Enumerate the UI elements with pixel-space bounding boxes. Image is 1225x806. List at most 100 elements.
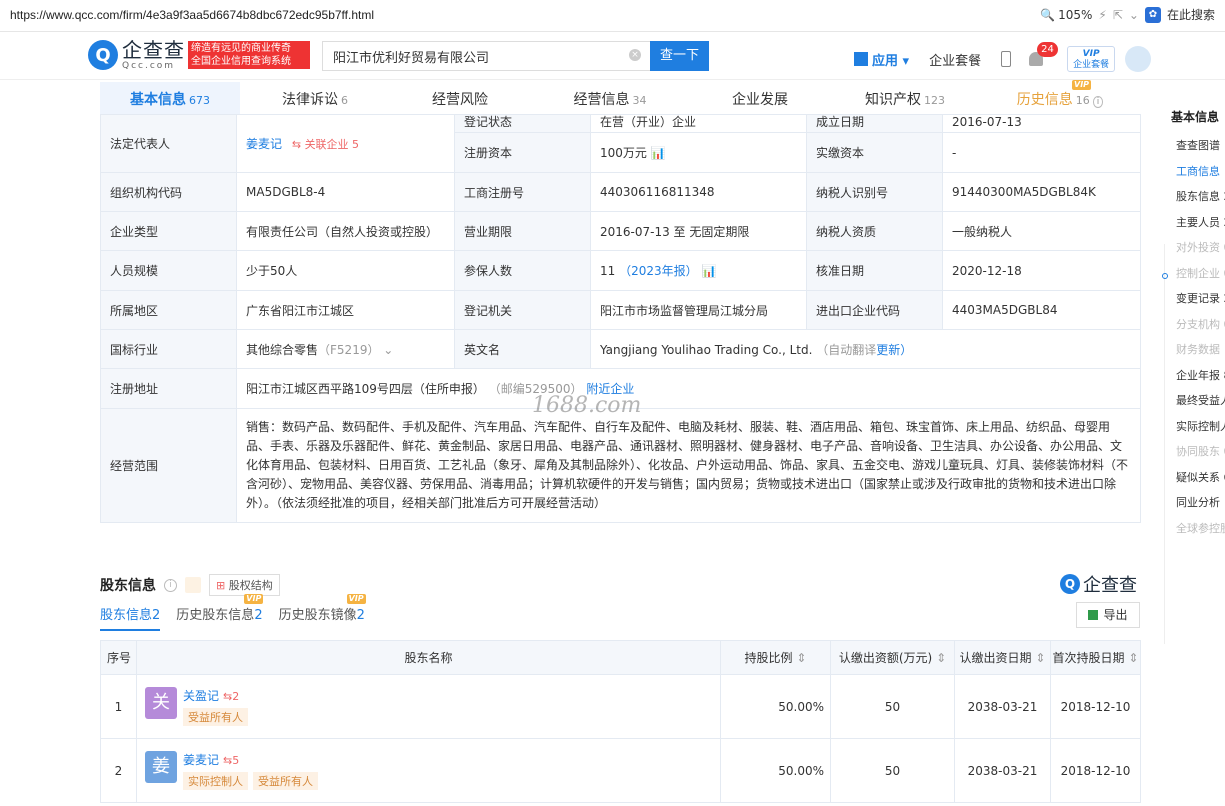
apps-menu[interactable]: 应用 ▾ (872, 50, 909, 69)
address-cell: 阳江市江城区西平路109号四层（住所申报） （邮编529500） 附近企业 (236, 368, 1141, 409)
search-button[interactable]: 查一下 (650, 41, 709, 71)
avatar[interactable]: 关 (145, 687, 177, 719)
nav-item[interactable]: 全球参控股 (1176, 516, 1225, 542)
reg-status: 在营（开业）企业 (590, 114, 807, 133)
info-icon: i (1092, 96, 1104, 108)
info-icon[interactable]: i (164, 578, 177, 592)
site-logo[interactable]: Q 企查查 Qcc.com (88, 39, 185, 71)
lightning-icon[interactable]: ⚡ (1098, 8, 1106, 22)
region: 广东省阳江市江城区 (236, 290, 455, 330)
bell-icon[interactable] (185, 577, 201, 593)
reg-no-label: 工商注册号 (454, 172, 591, 212)
nav-item[interactable]: 对外投资 0 (1176, 235, 1225, 261)
related-link[interactable]: ⇆2 (223, 690, 239, 703)
company-search-input[interactable] (322, 41, 650, 71)
nav-item[interactable]: 股东信息 2 (1176, 184, 1225, 210)
nav-item[interactable]: 查查图谱 (1176, 133, 1225, 159)
taxpayer-label: 纳税人资质 (806, 211, 943, 251)
en-name-cell: Yangjiang Youlihao Trading Co., Ltd. （自动… (590, 329, 1141, 369)
tab-development[interactable]: 企业发展 (690, 82, 830, 118)
nav-item[interactable]: 财务数据 (1176, 337, 1225, 363)
sort-icon: ⇕ (1128, 651, 1139, 665)
paid-capital: - (942, 132, 1141, 173)
suite-link[interactable]: 企业套餐 (929, 50, 981, 69)
col-pay-date[interactable]: 认缴出资日期 ⇕ (954, 640, 1051, 675)
insured-cell: 11 （2023年报） 📊 (590, 250, 807, 291)
nav-item[interactable]: 变更记录 2 (1176, 286, 1225, 312)
legal-rep-label: 法定代表人 (100, 114, 237, 173)
col-amount[interactable]: 认缴出资额(万元) ⇕ (830, 640, 955, 675)
nav-item[interactable]: 工商信息 (1176, 159, 1225, 185)
avatar[interactable]: 姜 (145, 751, 177, 783)
tab-legal[interactable]: 法律诉讼 6 (240, 82, 390, 118)
browser-search-label[interactable]: 在此搜索 (1167, 6, 1215, 23)
equity-structure-button[interactable]: ⊞ 股权结构 (209, 574, 280, 596)
tab-history-shareholders[interactable]: VIP 历史股东信息2 (176, 594, 264, 631)
col-name: 股东名称 (136, 640, 721, 675)
industry-label: 国标行业 (100, 329, 237, 369)
share-icon[interactable]: ⇱ (1113, 8, 1123, 22)
company-type: 有限责任公司（自然人投资或控股） (236, 211, 455, 251)
related-link[interactable]: ⇆5 (223, 754, 239, 767)
shareholder-link[interactable]: 关盈记 (183, 689, 219, 703)
paw-icon[interactable]: ✿ (1144, 6, 1161, 23)
nav-item[interactable]: 企业年报 8 (1176, 363, 1225, 389)
nav-item[interactable]: 实际控制人 (1176, 414, 1225, 440)
scope-label: 经营范围 (100, 408, 237, 523)
found-date-label: 成立日期 (806, 114, 943, 133)
zoom-indicator[interactable]: 🔍 105% (1040, 8, 1092, 22)
address-bar[interactable]: https://www.qcc.com/firm/4e3a9f3aa5d6674… (10, 8, 374, 22)
chevron-down-icon[interactable]: ⌄ (1129, 8, 1139, 22)
user-avatar[interactable] (1125, 46, 1152, 72)
tab-business[interactable]: 经营信息 34 (530, 82, 690, 118)
tab-basic-info[interactable]: 基本信息 673 (100, 82, 240, 118)
shareholder-subtabs: 股东信息2 VIP 历史股东信息2 VIP 历史股东镜像2 (100, 594, 366, 631)
shareholder-header: 股东信息 i ⊞ 股权结构 (100, 574, 280, 596)
sort-icon: ⇕ (936, 651, 947, 665)
chevron-down-icon[interactable]: ⌄ (383, 343, 393, 357)
nav-item[interactable]: 协同股东 0 (1176, 439, 1225, 465)
col-first-date[interactable]: 首次持股日期 ⇕ (1050, 640, 1141, 675)
chart-icon[interactable]: 📊 (651, 146, 666, 160)
notification-button[interactable]: 24 (1029, 42, 1058, 66)
en-name-label: 英文名 (454, 329, 591, 369)
nav-item[interactable]: 同业分析 (1176, 490, 1225, 516)
tab-history-mirror[interactable]: VIP 历史股东镜像2 (279, 594, 366, 631)
related-companies-link[interactable]: ⇆ 关联企业 5 (292, 138, 359, 151)
clear-icon[interactable]: × (629, 49, 641, 61)
annual-report-link[interactable]: （2023年报） (619, 264, 698, 278)
shareholder-link[interactable]: 姜麦记 (183, 753, 219, 767)
taxpayer-type: 一般纳税人 (942, 211, 1141, 251)
nav-item[interactable]: 主要人员 2 (1176, 210, 1225, 236)
export-button[interactable]: 导出 (1076, 602, 1140, 628)
vip-tag: VIP (244, 594, 264, 604)
nav-item[interactable]: 疑似关系 6 (1176, 465, 1225, 491)
sort-icon: ⇕ (1035, 651, 1046, 665)
table-row: 2 姜 姜麦记 ⇆5 实际控制人 受益所有人 50.00% 50 2038-03-2… (100, 738, 1141, 803)
phone-icon[interactable] (1001, 51, 1012, 67)
structure-icon: ⊞ (216, 579, 226, 592)
reg-capital-cell: 100万元 📊 (590, 132, 807, 173)
tab-shareholders[interactable]: 股东信息2 (100, 604, 161, 631)
nav-item[interactable]: 最终受益人 (1176, 388, 1225, 414)
industry-cell[interactable]: 其他综合零售（F5219） ⌄ (236, 329, 455, 369)
grid-icon (854, 52, 868, 66)
nav-item[interactable]: 分支机构 0 (1176, 312, 1225, 338)
nav-item[interactable]: 控制企业 0 (1176, 261, 1225, 287)
tax-id-label: 纳税人识别号 (806, 172, 943, 212)
qcc-logo: Q 企查查 (1060, 571, 1137, 597)
tab-risk[interactable]: 经营风险 (390, 82, 530, 118)
chart-icon[interactable]: 📊 (701, 264, 716, 278)
logo-icon: Q (88, 40, 118, 70)
sort-icon: ⇕ (796, 651, 807, 665)
reg-capital-label: 注册资本 (454, 132, 591, 173)
col-ratio[interactable]: 持股比例 ⇕ (720, 640, 831, 675)
tab-history[interactable]: VIP 历史信息 16 i (980, 80, 1140, 118)
legal-rep-link[interactable]: 姜麦记 (246, 137, 282, 151)
update-link[interactable]: 更新） (876, 343, 912, 357)
notification-badge: 24 (1037, 42, 1058, 57)
vip-button[interactable]: VIP 企业套餐 (1067, 46, 1116, 72)
vip-tag: VIP (346, 594, 366, 604)
approve-date: 2020-12-18 (942, 250, 1141, 291)
tab-ip[interactable]: 知识产权 123 (830, 82, 980, 118)
